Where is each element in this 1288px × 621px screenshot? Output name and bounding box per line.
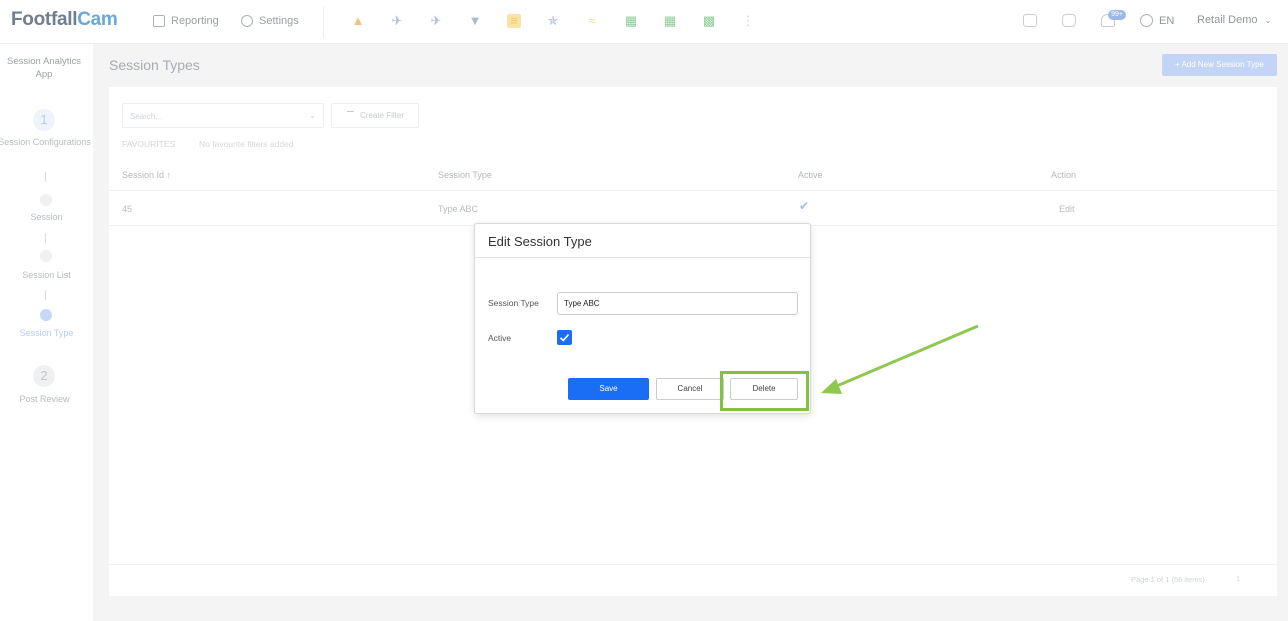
annotation-arrow-icon <box>821 324 979 394</box>
